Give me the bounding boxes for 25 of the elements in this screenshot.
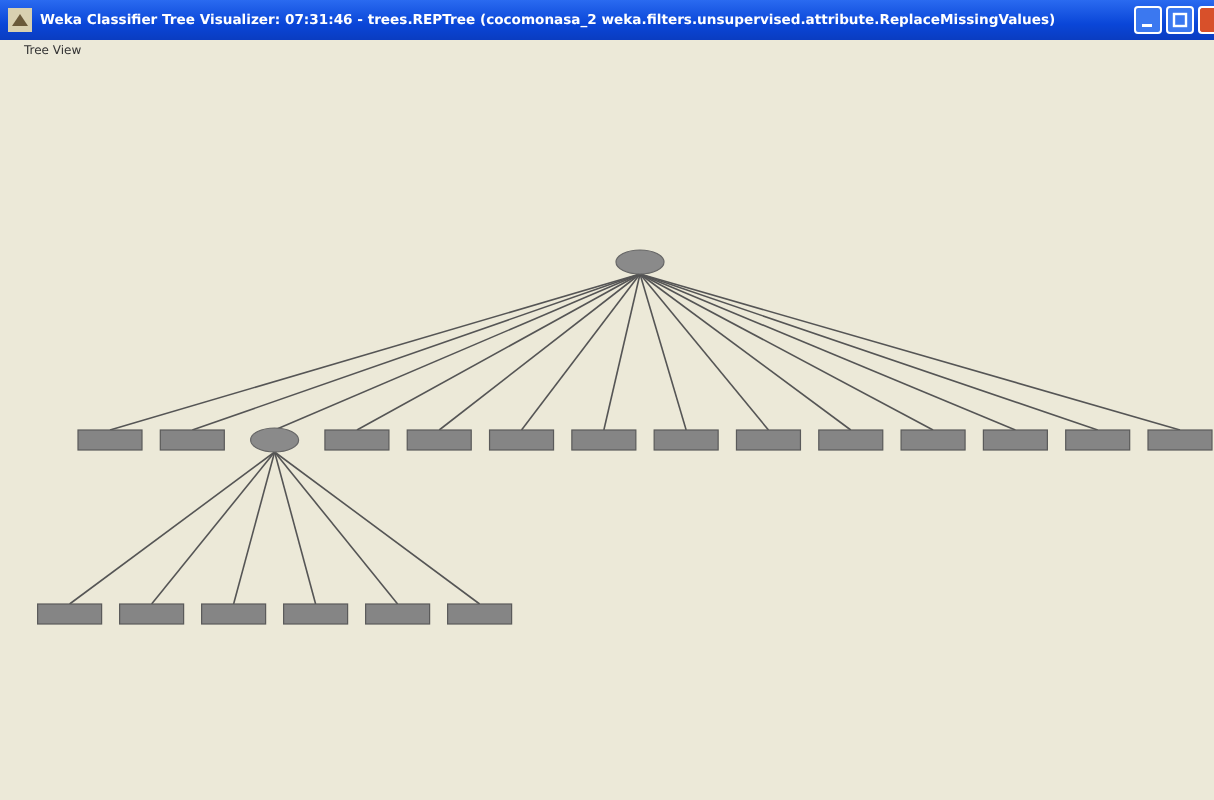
leaf-node [77, 429, 143, 451]
leaf-node [283, 603, 349, 625]
maximize-button[interactable] [1166, 6, 1194, 34]
leaf-node [365, 603, 431, 625]
leaf-node [201, 603, 267, 625]
leaf-node [324, 429, 390, 451]
leaf-node [37, 603, 103, 625]
decision-node [250, 427, 300, 453]
leaf-node [900, 429, 966, 451]
decision-node [615, 249, 665, 275]
leaf-node [447, 603, 513, 625]
leaf-node [653, 429, 719, 451]
leaf-node [818, 429, 884, 451]
leaf-node [406, 429, 472, 451]
leaf-node [1147, 429, 1213, 451]
close-button[interactable] [1198, 6, 1214, 34]
leaf-node [488, 429, 555, 451]
minimize-button[interactable] [1134, 6, 1162, 34]
leaf-node [119, 603, 185, 625]
leaf-node [159, 429, 225, 451]
leaf-node [982, 429, 1048, 451]
leaf-node [1065, 429, 1131, 451]
maximize-icon [1172, 12, 1188, 28]
leaf-node [735, 429, 802, 451]
leaf-node [571, 429, 637, 451]
